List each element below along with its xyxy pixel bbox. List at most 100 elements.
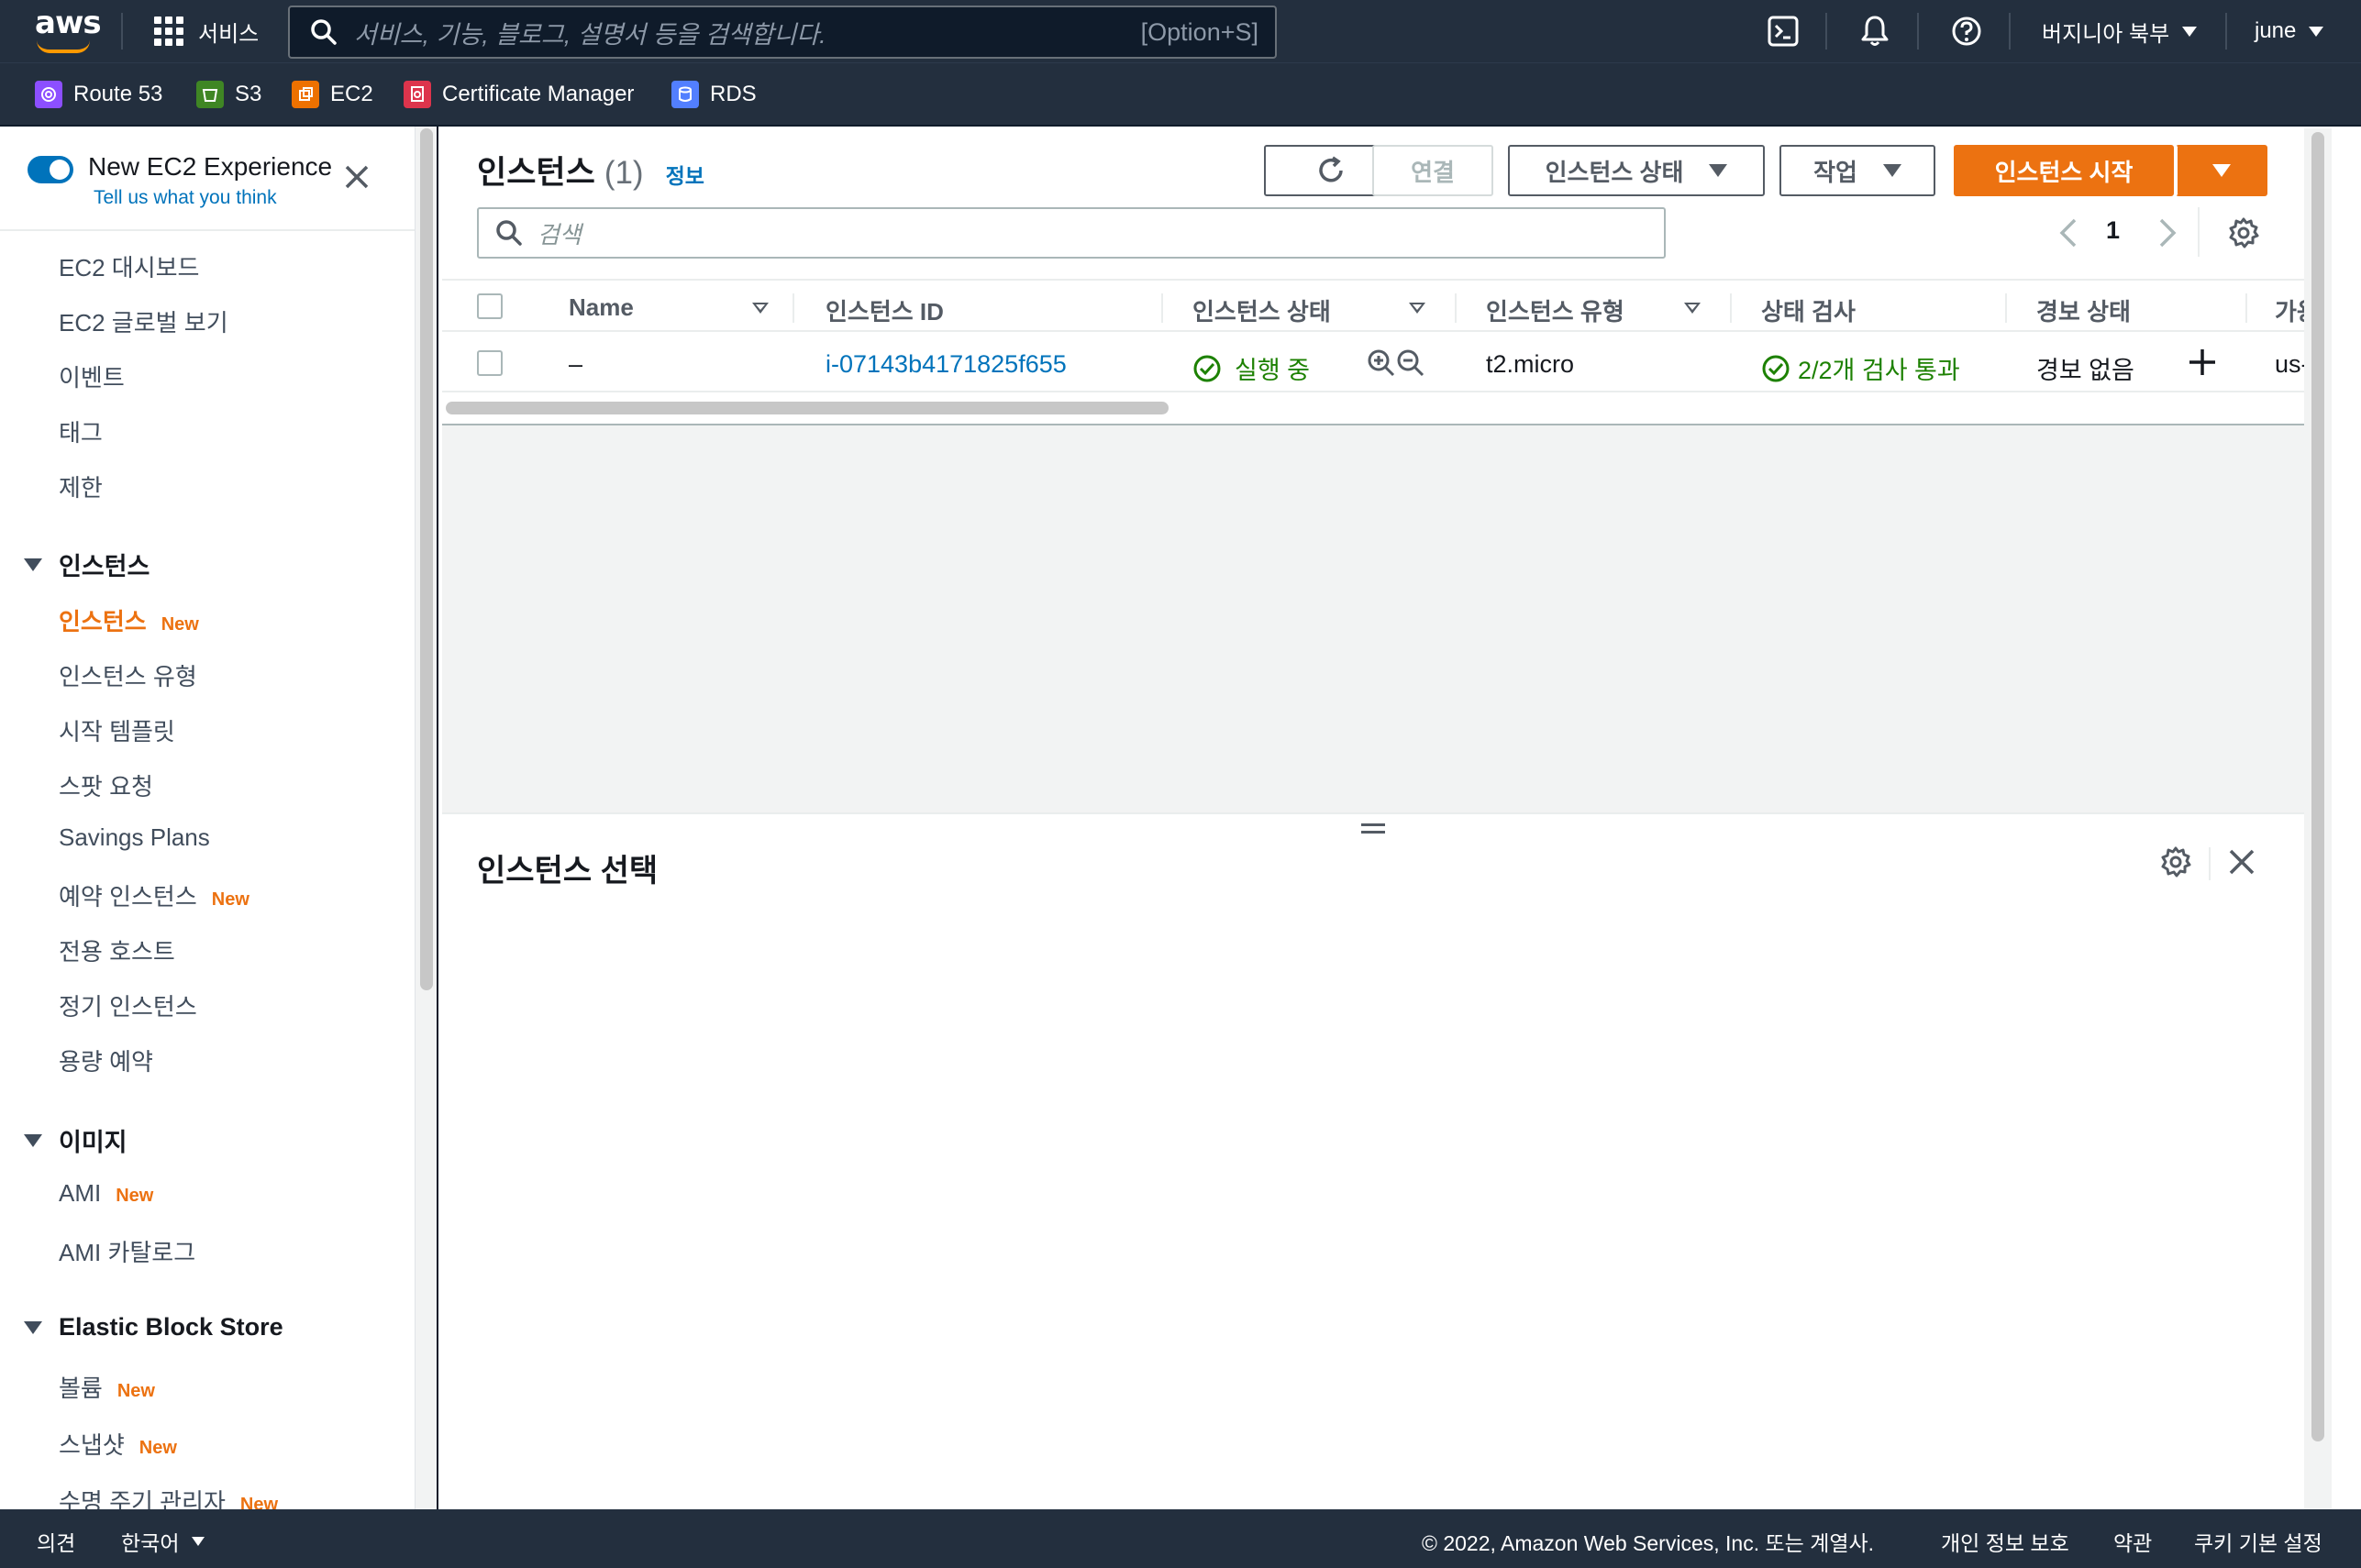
instance-state-button[interactable]: 인스턴스 상태: [1508, 145, 1765, 196]
add-alarm-button[interactable]: [2187, 347, 2218, 384]
sidebar-item-instances[interactable]: 인스턴스 New: [59, 603, 199, 637]
actions-button[interactable]: 작업: [1779, 145, 1935, 196]
column-availability-zone[interactable]: 가용: [2275, 293, 2304, 327]
terms-link[interactable]: 약관: [2113, 1526, 2152, 1557]
privacy-link[interactable]: 개인 정보 보호: [1941, 1526, 2069, 1557]
previous-page-button[interactable]: [2055, 213, 2082, 253]
split-panel-preferences-button[interactable]: [2159, 845, 2192, 883]
select-all-checkbox[interactable]: [477, 293, 503, 319]
sidebar-item-global-view[interactable]: EC2 글로벌 보기: [59, 304, 228, 338]
favorite-ec2[interactable]: EC2: [292, 80, 373, 109]
title-text: 인스턴스: [477, 155, 595, 191]
caret-down-icon: [24, 1133, 42, 1147]
table-empty-area: [442, 424, 2304, 812]
sort-icon[interactable]: [1409, 303, 1425, 314]
favorite-s3[interactable]: S3: [196, 80, 261, 109]
aws-logo[interactable]: aws: [35, 7, 102, 53]
launch-instances-button[interactable]: 인스턴스 시작: [1954, 145, 2174, 196]
search-placeholder: 서비스, 기능, 블로그, 설명서 등을 검색합니다.: [354, 20, 826, 49]
cell-name: –: [569, 350, 583, 378]
close-sidebar-button[interactable]: [343, 163, 371, 195]
connect-button[interactable]: 연결: [1372, 145, 1493, 196]
new-experience-toggle[interactable]: [28, 156, 73, 183]
launch-dropdown-button[interactable]: [2176, 145, 2267, 196]
sidebar-item-reserved-instances[interactable]: 예약 인스턴스 New: [59, 878, 249, 912]
sidebar-scrollbar[interactable]: [420, 128, 433, 990]
sort-icon[interactable]: [752, 303, 769, 314]
table-row[interactable]: – i-07143b4171825f655 실행 중 t2.micro 2/2개…: [442, 334, 2304, 392]
sidebar-item-ec2-dashboard[interactable]: EC2 대시보드: [59, 249, 199, 283]
user-name: june: [2255, 18, 2297, 43]
sidebar-section-ebs[interactable]: Elastic Block Store: [24, 1313, 283, 1342]
account-menu[interactable]: june: [2255, 13, 2324, 50]
close-split-panel-button[interactable]: [2227, 847, 2256, 881]
table-horizontal-scrollbar[interactable]: [446, 402, 1169, 414]
global-search-input[interactable]: 서비스, 기능, 블로그, 설명서 등을 검색합니다. [Option+S]: [288, 6, 1277, 59]
language-selector[interactable]: 한국어: [121, 1526, 205, 1557]
feedback-link[interactable]: 의견: [37, 1526, 75, 1557]
main-scrollbar[interactable]: [2311, 132, 2324, 1441]
column-instance-id[interactable]: 인스턴스 ID: [826, 293, 944, 327]
sidebar-item-volumes[interactable]: 볼륨 New: [59, 1370, 155, 1404]
sidebar-item-tags[interactable]: 태그: [59, 414, 103, 448]
caret-down-icon: [24, 1320, 42, 1334]
sidebar-item-savings-plans[interactable]: Savings Plans: [59, 823, 210, 852]
cell-instance-id-link[interactable]: i-07143b4171825f655: [826, 350, 1067, 379]
favorite-certificate-manager[interactable]: Certificate Manager: [404, 80, 634, 109]
sort-icon[interactable]: [1684, 303, 1701, 314]
sidebar-item-capacity-reservations[interactable]: 용량 예약: [59, 1043, 153, 1077]
zoom-out-icon[interactable]: [1396, 348, 1425, 378]
column-divider: [2005, 293, 2007, 323]
column-divider: [1455, 293, 1457, 323]
cloudshell-button[interactable]: [1765, 13, 1801, 50]
new-badge: New: [239, 1495, 279, 1509]
caret-down-icon: [192, 1537, 205, 1546]
divider: [1917, 13, 1919, 50]
divider: [2009, 13, 2011, 50]
column-alarm-status[interactable]: 경보 상태: [2036, 293, 2131, 327]
sidebar-item-spot-requests[interactable]: 스팟 요청: [59, 768, 153, 802]
column-instance-state[interactable]: 인스턴스 상태: [1192, 293, 1331, 327]
sidebar-item-ami-catalog[interactable]: AMI 카탈로그: [59, 1234, 195, 1268]
page-number[interactable]: 1: [2106, 216, 2120, 245]
search-shortcut: [Option+S]: [1140, 17, 1258, 46]
cell-instance-state: 실행 중: [1192, 350, 1310, 386]
help-button[interactable]: [1948, 13, 1985, 50]
favorite-label: Certificate Manager: [442, 82, 635, 106]
next-page-button[interactable]: [2154, 213, 2181, 253]
sidebar-item-limits[interactable]: 제한: [59, 469, 103, 503]
sidebar-section-images[interactable]: 이미지: [24, 1122, 127, 1158]
cookie-preferences-link[interactable]: 쿠키 기본 설정: [2194, 1526, 2322, 1557]
table-preferences-button[interactable]: [2223, 213, 2264, 253]
info-link[interactable]: 정보: [666, 159, 704, 190]
favorite-route53[interactable]: Route 53: [35, 80, 162, 109]
region-selector[interactable]: 버지니아 북부: [2042, 13, 2198, 50]
row-checkbox[interactable]: [477, 350, 503, 376]
certificate-icon: [404, 81, 431, 108]
zoom-in-icon[interactable]: [1367, 348, 1396, 378]
sidebar-item-ami[interactable]: AMI New: [59, 1179, 153, 1208]
section-label: 인스턴스: [59, 553, 150, 580]
sidebar-item-launch-templates[interactable]: 시작 템플릿: [59, 713, 175, 747]
instance-search-input[interactable]: 검색: [477, 207, 1666, 259]
sidebar-item-events[interactable]: 이벤트: [59, 359, 125, 393]
sidebar-item-lifecycle-manager[interactable]: 수명 주기 관리자 New: [59, 1484, 278, 1509]
sidebar-section-instances[interactable]: 인스턴스: [24, 547, 150, 582]
column-status-check[interactable]: 상태 검사: [1761, 293, 1856, 327]
column-name[interactable]: Name: [569, 293, 634, 322]
favorite-rds[interactable]: RDS: [671, 80, 757, 109]
feedback-link[interactable]: Tell us what you think: [94, 187, 277, 209]
notifications-button[interactable]: [1857, 13, 1893, 50]
sidebar-item-scheduled-instances[interactable]: 정기 인스턴스: [59, 988, 197, 1022]
sidebar-item-dedicated-hosts[interactable]: 전용 호스트: [59, 933, 175, 967]
sidebar-item-instance-types[interactable]: 인스턴스 유형: [59, 658, 197, 692]
new-badge: New: [211, 889, 249, 910]
close-icon: [2229, 849, 2255, 875]
column-instance-type[interactable]: 인스턴스 유형: [1486, 293, 1624, 327]
sidebar-item-label: 볼륨: [59, 1375, 103, 1402]
success-check-icon: [1762, 355, 1790, 381]
sidebar-item-snapshots[interactable]: 스냅샷 New: [59, 1427, 177, 1461]
divider: [2225, 13, 2227, 50]
services-menu-button[interactable]: 서비스: [154, 13, 259, 50]
split-panel-resize-handle[interactable]: [1361, 823, 1385, 838]
